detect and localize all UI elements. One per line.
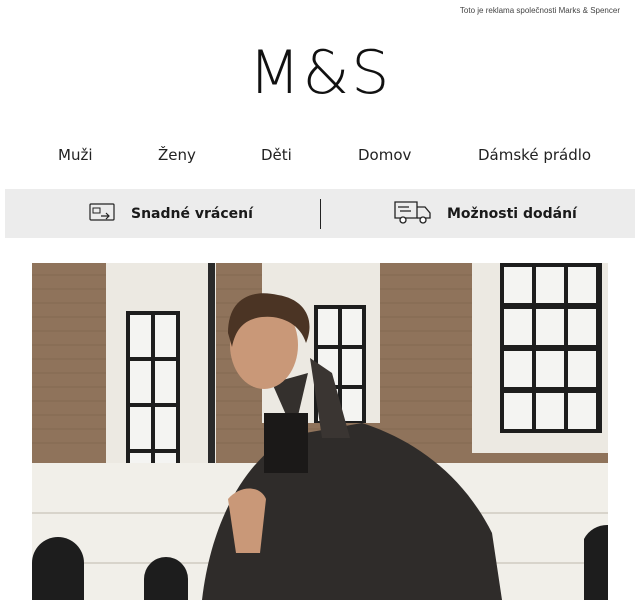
delivery-options-link[interactable]: Možnosti dodání <box>393 189 577 238</box>
delivery-options-label: Možnosti dodání <box>447 205 577 222</box>
return-card-icon <box>89 200 117 228</box>
easy-returns-label: Snadné vrácení <box>131 205 253 222</box>
nav-item-zeny[interactable]: Ženy <box>158 146 196 164</box>
nav-item-deti[interactable]: Děti <box>261 146 292 164</box>
hero-image[interactable] <box>32 263 608 600</box>
nav-item-muzi[interactable]: Muži <box>58 146 93 164</box>
delivery-truck-icon <box>393 198 433 230</box>
benefits-bar: Snadné vrácení Možnosti dodání <box>5 189 635 238</box>
main-navigation: Muži Ženy Děti Domov Dámské prádlo <box>20 146 620 168</box>
nav-item-domov[interactable]: Domov <box>358 146 411 164</box>
brand-logo[interactable]: M&S <box>0 36 640 110</box>
bar-divider <box>320 199 321 229</box>
easy-returns-link[interactable]: Snadné vrácení <box>89 189 253 238</box>
nav-item-damske-pradlo[interactable]: Dámské prádlo <box>478 146 591 164</box>
ad-notice: Toto je reklama společnosti Marks & Spen… <box>459 6 620 15</box>
